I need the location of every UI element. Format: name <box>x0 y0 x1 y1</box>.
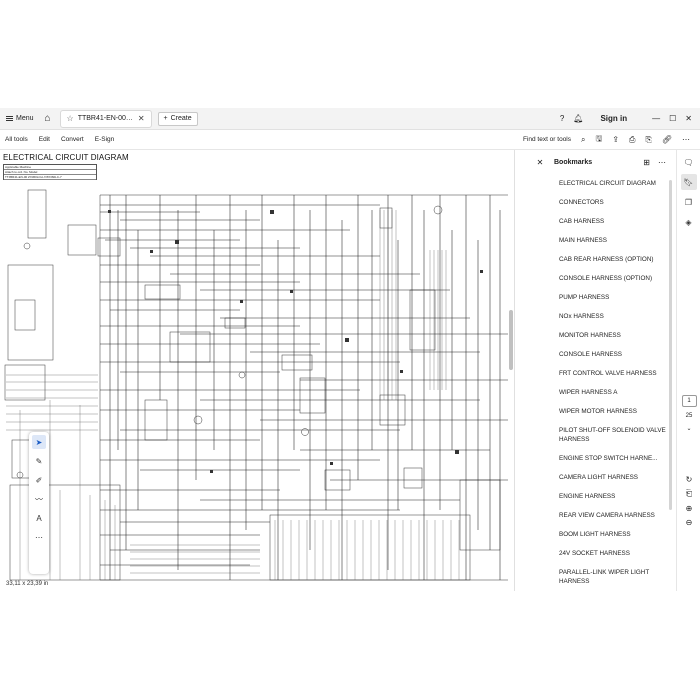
highlight-icon[interactable]: ✐ <box>32 473 46 487</box>
bookmark-options-icon[interactable]: ⋯ <box>658 158 666 167</box>
document-tab[interactable]: ☆ TTBR41-EN-00_Circuit(... ✕ <box>59 109 152 128</box>
pages-panel-icon[interactable]: ❐ <box>681 194 697 210</box>
help-icon[interactable]: ? <box>560 114 564 123</box>
select-cursor-icon[interactable]: ➤ <box>32 435 46 449</box>
bookmarks-scroll-thumb[interactable] <box>669 180 672 510</box>
diagram-title: ELECTRICAL CIRCUIT DIAGRAM <box>3 153 129 162</box>
search-icon[interactable]: ⌕ <box>581 135 585 145</box>
bookmarks-panel: ✕ Bookmarks ⊞ ⋯ ELECTRICAL CIRCUIT DIAGR… <box>526 150 676 591</box>
hamburger-icon <box>6 116 13 121</box>
bookmark-item[interactable]: NOx HARNESS <box>559 307 668 326</box>
bookmark-item[interactable]: PILOT SHUT-OFF SOLENOID VALVE HARNESS <box>559 421 668 449</box>
menu-all-tools[interactable]: All tools <box>5 136 28 143</box>
close-panel-icon[interactable]: ✕ <box>526 158 554 167</box>
notifications-icon[interactable]: 🔔︎ <box>573 114 583 123</box>
plus-icon: + <box>163 115 168 122</box>
bookmark-item[interactable]: ENGINE STOP SWITCH HARNE... <box>559 449 668 468</box>
draw-icon[interactable]: 〰 <box>32 492 46 506</box>
bookmarks-title: Bookmarks <box>554 158 593 166</box>
page-size-readout: 33,11 x 23,39 in <box>4 581 51 587</box>
zoom-out-icon[interactable]: ⊖ <box>686 518 693 527</box>
document-tab-title: TTBR41-EN-00_Circuit(... <box>77 115 134 122</box>
right-rail: 🗨︎ 🔖︎ ❐ ◈ 1 25 ⌄ ↻ ⎗ ⊕ ⊖ <box>676 150 700 591</box>
bookmark-item[interactable]: ENGINE HARNESS <box>559 487 668 506</box>
create-button[interactable]: + Create <box>157 111 198 126</box>
create-label: Create <box>170 115 192 122</box>
layers-panel-icon[interactable]: ◈ <box>681 214 697 230</box>
menu-edit[interactable]: Edit <box>39 136 50 143</box>
save-icon[interactable]: 🖫︎ <box>596 133 603 147</box>
bookmark-item[interactable]: WIPER HARNESS A <box>559 383 668 402</box>
toolbar-right: Find text or tools ⌕ 🖫︎ ⇪ ⎙ ⎘ 🔗︎ ⋯ <box>523 133 700 147</box>
page-navigation: 1 25 ⌄ <box>677 395 700 432</box>
bookmark-item[interactable]: BOOM LIGHT HARNESS <box>559 525 668 544</box>
find-label[interactable]: Find text or tools <box>523 136 571 143</box>
view-controls: ↻ ⎗ ⊕ ⊖ <box>677 475 700 527</box>
bookmark-item[interactable]: MAIN HARNESS <box>559 231 668 250</box>
toolbar-menus: All tools Edit Convert E-Sign <box>0 136 114 143</box>
more-tools-icon[interactable]: ⋯ <box>32 530 46 544</box>
chevron-down-icon[interactable]: ⌄ <box>686 425 691 432</box>
bookmarks-scrollbar[interactable] <box>669 180 673 510</box>
bookmark-item[interactable]: CAB HARNESS <box>559 212 668 231</box>
bookmark-item[interactable]: PARALLEL-LINK WIPER LIGHT HARNESS <box>559 563 668 591</box>
bookmarks-panel-icon[interactable]: 🔖︎ <box>680 174 697 190</box>
bookmark-item[interactable]: CAB REAR HARNESS (OPTION) <box>559 250 668 269</box>
rotate-icon[interactable]: ↻ <box>686 475 693 484</box>
menu-button[interactable]: Menu <box>0 108 40 130</box>
maximize-icon[interactable]: ☐ <box>669 114 676 123</box>
menu-label: Menu <box>16 115 34 122</box>
share-icon[interactable]: ⎘ <box>645 135 651 145</box>
bookmarks-actions: ⊞ ⋯ <box>643 158 676 167</box>
circuit-diagram <box>4 189 508 581</box>
bookmark-item[interactable]: 24V SOCKET HARNESS <box>559 544 668 563</box>
document-scrollbar[interactable] <box>508 150 514 591</box>
toolbar: All tools Edit Convert E-Sign Find text … <box>0 130 700 150</box>
zoom-in-icon[interactable]: ⊕ <box>686 504 693 513</box>
menu-e-sign[interactable]: E-Sign <box>95 136 115 143</box>
upload-icon[interactable]: ⇪ <box>612 135 619 144</box>
link-icon[interactable]: 🔗︎ <box>662 135 672 144</box>
bookmark-item[interactable]: REAR VIEW CAMERA HARNESS <box>559 506 668 525</box>
comment-icon[interactable]: ✎ <box>32 454 46 468</box>
sign-in-button[interactable]: Sign in <box>600 114 627 123</box>
bookmark-item[interactable]: MONITOR HARNESS <box>559 326 668 345</box>
bookmarks-list: ELECTRICAL CIRCUIT DIAGRAM CONNECTORS CAB … <box>526 174 676 591</box>
bookmark-item[interactable]: CONSOLE HARNESS <box>559 345 668 364</box>
pdf-viewer-window: Menu ⌂ ☆ TTBR41-EN-00_Circuit(... ✕ + Cr… <box>0 108 700 591</box>
bookmark-item[interactable]: FRT CONTROL VALVE HARNESS <box>559 364 668 383</box>
quick-tools-bar: ➤ ✎ ✐ 〰 A ⋯ <box>29 432 49 574</box>
document-scroll-thumb[interactable] <box>509 310 513 370</box>
bookmark-item[interactable]: PUMP HARNESS <box>559 288 668 307</box>
more-icon[interactable]: ⋯ <box>682 135 690 144</box>
current-page-input[interactable]: 1 <box>681 395 697 407</box>
document-view[interactable]: ELECTRICAL CIRCUIT DIAGRAM Applicable Ma… <box>0 150 515 591</box>
bookmarks-header: ✕ Bookmarks ⊞ ⋯ <box>526 150 676 174</box>
comments-panel-icon[interactable]: 🗨︎ <box>681 154 697 170</box>
bookmark-item[interactable]: CAMERA LIGHT HARNESS <box>559 468 668 487</box>
print-icon[interactable]: ⎙ <box>629 135 635 145</box>
minimize-icon[interactable]: — <box>652 114 660 123</box>
close-tab-icon[interactable]: ✕ <box>138 114 145 123</box>
star-icon[interactable]: ☆ <box>67 114 74 123</box>
close-window-icon[interactable]: ✕ <box>685 114 692 123</box>
export-icon[interactable]: ⎗ <box>686 489 692 499</box>
add-bookmark-icon[interactable]: ⊞ <box>643 158 650 167</box>
bookmark-item[interactable]: CONNECTORS <box>559 193 668 212</box>
total-pages: 25 <box>685 413 693 419</box>
bookmark-item[interactable]: CONSOLE HARNESS (OPTION) <box>559 269 668 288</box>
bookmark-item[interactable]: WIPER MOTOR HARNESS <box>559 402 668 421</box>
bookmark-item[interactable]: ELECTRICAL CIRCUIT DIAGRAM <box>559 174 668 193</box>
menu-convert[interactable]: Convert <box>61 136 84 143</box>
applicable-machine-table: Applicable Machine Attach to ord. No. Mo… <box>3 164 97 180</box>
tab-bar: Menu ⌂ ☆ TTBR41-EN-00_Circuit(... ✕ + Cr… <box>0 108 700 130</box>
text-icon[interactable]: A <box>32 511 46 525</box>
home-icon[interactable]: ⌂ <box>40 108 56 130</box>
table-row: TTJBR41-EN-00 ZX360LCH-7/ZX360LC-7 <box>4 175 96 180</box>
tab-bar-right: ? 🔔︎ Sign in — ☐ ✕ <box>560 114 700 123</box>
